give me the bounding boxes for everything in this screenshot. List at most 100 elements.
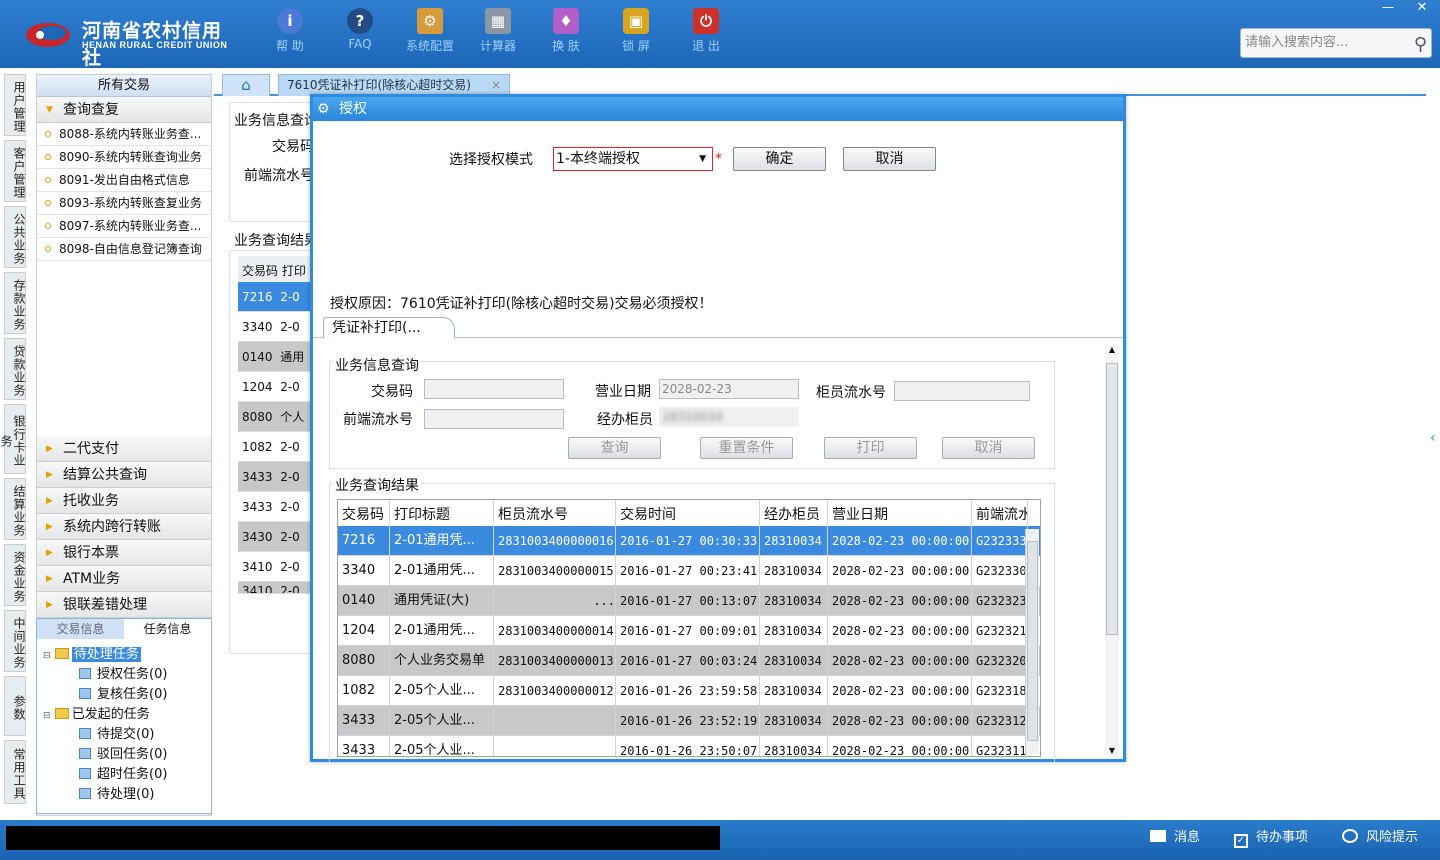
table-row[interactable]: 7216 2-01通用凭... 2831003400000016 2016-01-27… [338,526,1040,556]
table-cell: 2831003400000015 [494,556,616,586]
query-button[interactable]: 查询 [568,437,661,459]
table-cell: 2-05个人业... [390,706,494,736]
lock-button[interactable]: ▣ 锁 屏 [606,8,666,54]
close-tab-icon[interactable]: × [491,75,501,95]
table-cell: 2-01通用凭... [390,556,494,586]
vtab-bank-card[interactable]: 银行卡业务 [0,404,26,474]
cancel-button[interactable]: 取消 [843,147,936,171]
skin-button[interactable]: ♦ 换 肤 [536,8,596,54]
close-window-button[interactable]: ✕ [1410,0,1434,16]
task-node[interactable]: 复核任务(0) [79,683,167,702]
risk-button[interactable]: 风险提示 [1342,826,1418,850]
todo-button[interactable]: ✓ 待办事项 [1234,826,1308,850]
task-node[interactable]: ⊟ 待处理任务 [43,643,141,662]
table-row[interactable]: 1204 2-01通用凭... 2831003400000014 2016-01-27… [338,616,1040,646]
task-node[interactable]: ⊟ 已发起的任务 [43,703,150,722]
faq-button[interactable]: ? FAQ [330,8,390,51]
print-button[interactable]: 打印 [824,437,917,459]
messages-button[interactable]: 消息 [1150,826,1200,850]
bg-table-row[interactable]: 3433 2-0 [238,492,312,522]
tree-group[interactable]: ▶ 结算公共查询 [37,462,211,488]
inner-tab[interactable]: 凭证补打印(... [323,317,455,339]
task-node[interactable]: 待提交(0) [79,723,154,742]
code-input[interactable] [424,379,564,399]
tree-item[interactable]: 8088-系统内转账业务查... [37,123,211,146]
config-button[interactable]: ⚙ 系统配置 [400,8,460,54]
tree-group[interactable]: ▶ 二代支付 [37,436,211,462]
search-icon[interactable]: ⚲ [1414,31,1427,59]
table-cell: 2028-02-23 00:00:00 [828,556,972,586]
bg-table-row[interactable]: 3410 2-0 [238,582,312,594]
tree-item[interactable]: 8097-系统内转账业务查... [37,215,211,238]
task-node[interactable]: 超时任务(0) [79,763,167,782]
vtab-public-business[interactable]: 公共业务 [4,206,26,268]
bg-table-row[interactable]: 3433 2-0 [238,462,312,492]
table-row[interactable]: 3433 2-05个人业... 2016-01-26 23:50:07 2831003… [338,736,1040,756]
confirm-button[interactable]: 确定 [733,147,826,171]
dialog-scrollbar[interactable]: ▲ ▼ [1105,345,1119,755]
exit-button[interactable]: ⏻ 退 出 [676,8,736,54]
query-section-title: 业务信息查询 [333,355,421,375]
teller-input[interactable]: 28310034 [659,407,799,427]
home-tab[interactable]: ⌂ [222,74,270,96]
table-cell: 2016-01-26 23:52:19 [616,706,760,736]
scroll-down-icon[interactable]: ▼ [1105,746,1119,755]
task-node[interactable]: 待处理(0) [79,783,154,802]
calculator-button[interactable]: ▦ 计算器 [468,8,528,54]
vtab-funds[interactable]: 资金业务 [4,544,26,606]
tree-group-open[interactable]: ▼ 查询查复 [37,97,211,123]
vtab-customer-mgmt[interactable]: 客户管理 [4,140,26,202]
teller-flow-input[interactable] [894,381,1030,401]
vtab-deposit[interactable]: 存款业务 [4,272,26,334]
table-cell: 8080 [338,646,390,676]
vtab-settlement[interactable]: 结算业务 [4,478,26,540]
tab-transaction-info[interactable]: 交易信息 [37,619,124,639]
tree-item[interactable]: 8091-发出自由格式信息 [37,169,211,192]
tree-group[interactable]: ▶ 银联差错处理 [37,592,211,618]
reset-button[interactable]: 重置条件 [700,437,793,459]
tree-group[interactable]: ▶ 系统内跨行转账 [37,514,211,540]
table-row[interactable]: 3433 2-05个人业... 2016-01-26 23:52:19 2831003… [338,706,1040,736]
tree-item[interactable]: 8093-系统内转账查复业务 [37,192,211,215]
task-node[interactable]: 驳回任务(0) [79,743,167,762]
bullet-icon [45,177,51,183]
vtab-tools[interactable]: 常用工具 [4,740,26,804]
bg-table-row[interactable]: 3410 2-0 [238,552,312,582]
tree-group[interactable]: ▶ 托收业务 [37,488,211,514]
bg-table-row[interactable]: 1082 2-0 [238,432,312,462]
bg-table-row[interactable]: 3340 2-0 [238,312,312,342]
table-row[interactable]: 3340 2-01通用凭... 2831003400000015 2016-01-27… [338,556,1040,586]
tree-item[interactable]: 8098-自由信息登记簿查询 [37,238,211,261]
help-button[interactable]: i帮 助 [260,8,320,54]
date-input[interactable]: 2028-02-23 [659,379,799,399]
scroll-up-icon[interactable]: ▲ [1105,345,1119,354]
inner-cancel-button[interactable]: 取消 [942,437,1035,459]
mode-select[interactable]: 1-本终端授权 ▼ [553,147,713,171]
bg-table-row[interactable]: 0140 通用 [238,342,312,372]
vtab-intermediate[interactable]: 中间业务 [4,610,26,672]
bg-table-row[interactable]: 7216 2-0 [238,282,312,312]
tree-header[interactable]: 所有交易 [37,75,211,97]
task-node[interactable]: 授权任务(0) [79,663,167,682]
tab-task-info[interactable]: 任务信息 [124,619,211,639]
table-row[interactable]: 0140 通用凭证(大)... 2016-01-27 00:13:07 2831003… [338,586,1040,616]
tree-group[interactable]: ▶ 银行本票 [37,540,211,566]
table-scrollbar[interactable] [1025,529,1039,755]
table-cell: 28310034 [760,646,828,676]
vtab-params[interactable]: 参数 [4,676,26,736]
tab-7610[interactable]: 7610凭证补打印(除核心超时交易) × [278,74,510,96]
collapse-right-icon[interactable]: ‹ [1430,430,1440,460]
tree-group[interactable]: ▶ ATM业务 [37,566,211,592]
vtab-loan[interactable]: 贷款业务 [4,338,26,400]
bg-table-row[interactable]: 1204 2-0 [238,372,312,402]
bg-table-row[interactable]: 3430 2-0 [238,522,312,552]
front-flow-input[interactable] [424,409,564,429]
table-cell: 2028-02-23 00:00:00 [828,616,972,646]
bg-table-row[interactable]: 8080 个人 [238,402,312,432]
tree-item[interactable]: 8090-系统内转账查询业务 [37,146,211,169]
vtab-user-mgmt[interactable]: 用户管理 [4,74,26,136]
table-row[interactable]: 1082 2-05个人业... 2831003400000012 2016-01-26… [338,676,1040,706]
table-row[interactable]: 8080 个人业务交易单 2831003400000013 2016-01-27 00… [338,646,1040,676]
search-input[interactable]: 请输入搜索内容... ⚲ [1240,28,1432,58]
minimize-button[interactable]: — [1376,0,1400,16]
